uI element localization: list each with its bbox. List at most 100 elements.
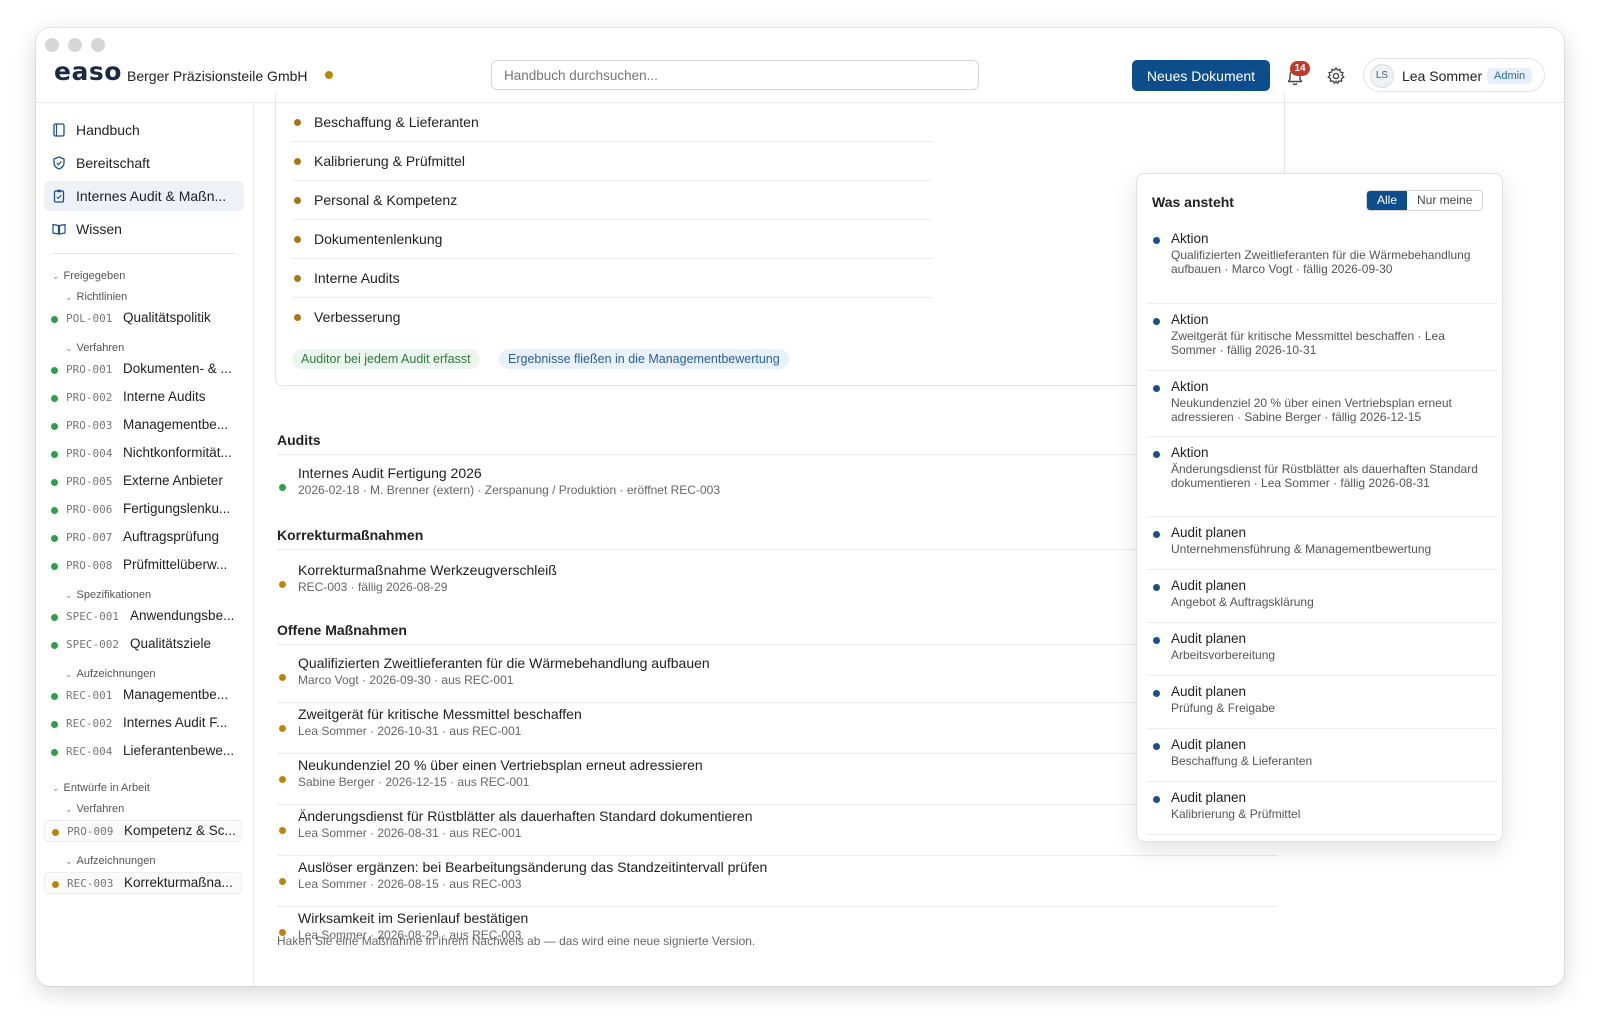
main-content: Beschaffung & Lieferanten Kalibrierung &… [255,93,1564,986]
user-menu[interactable]: LS Lea Sommer Admin [1363,58,1545,92]
group-verfahren[interactable]: ⌄ Verfahren [65,342,124,354]
doc-item-pol-001[interactable]: POL-001 Qualitätspolitik [44,308,242,330]
doc-item-pro-002[interactable]: PRO-002 Interne Audits [44,387,242,409]
entry-meta: Sabine Berger · 2026-12-15 · aus REC-001 [298,775,530,789]
audit-entry[interactable]: Internes Audit Fertigung 2026 2026-02-18… [277,462,1277,513]
footnote-hint: Haken Sie eine Maßnahme in ihrem Nachwei… [277,934,756,948]
book-icon [53,123,65,137]
dropdown-item[interactable]: Audit planen Angebot & Auftragsklärung [1147,570,1497,623]
doc-item-pro-009[interactable]: PRO-009 Kompetenz & Sc... [44,820,242,842]
item-title: Audit planen [1171,578,1247,593]
doc-code: PRO-003 [66,419,113,432]
nav-item-bereitschaft[interactable]: Bereitschaft [44,148,244,178]
group-aufzeichnungen[interactable]: ⌄ Aufzeichnungen [65,668,155,680]
chevron-down-icon: ⌄ [65,590,73,600]
filter-mine-button[interactable]: Nur meine [1407,191,1482,210]
app-logo[interactable]: easo [54,57,122,86]
open-action-entry[interactable]: Qualifizierten Zweitlieferanten für die … [277,652,1277,703]
status-dot [1153,237,1160,244]
dropdown-item[interactable]: Audit planen Prüfung & Freigabe [1147,676,1497,729]
company-status-dot [325,71,333,79]
doc-item-pro-003[interactable]: PRO-003 Managementbe... [44,415,242,437]
group-entwuerfe[interactable]: ⌄ Entwürfe in Arbeit [52,782,150,794]
nav-label: Internes Audit & Maßn... [76,188,227,204]
open-action-entry[interactable]: Auslöser ergänzen: bei Bearbeitungsänder… [277,856,1277,907]
topic-item[interactable]: Beschaffung & Lieferanten [292,103,932,142]
doc-item-pro-004[interactable]: PRO-004 Nichtkonformität... [44,443,242,465]
app-header: easo Berger Präzisionsteile GmbH Neues D… [36,28,1564,103]
company-name: Berger Präzisionsteile GmbH [127,68,308,84]
topic-item[interactable]: Verbesserung [292,298,932,337]
status-dot [279,878,286,885]
doc-item-pro-008[interactable]: PRO-008 Prüfmittelüberw... [44,555,242,577]
status-dot [51,642,58,649]
nav-item-internes-audit[interactable]: Internes Audit & Maßn... [44,181,244,211]
doc-item-rec-003[interactable]: REC-003 Korrekturmaßna... [44,872,242,894]
open-action-entry[interactable]: Neukundenziel 20 % über einen Vertriebsp… [277,754,1277,805]
item-description: Änderungsdienst für Rüstblätter als daue… [1171,462,1478,490]
open-action-entry[interactable]: Änderungsdienst für Rüstblätter als daue… [277,805,1277,856]
group-aufzeichnungen-drafts[interactable]: ⌄ Aufzeichnungen [65,855,155,867]
dropdown-item[interactable]: Audit planen Kalibrierung & Prüfmittel [1147,782,1497,835]
dropdown-item[interactable]: Audit planen Unternehmensführung & Manag… [1147,517,1497,570]
doc-item-rec-004[interactable]: REC-004 Lieferantenbewe... [44,741,242,763]
doc-item-spec-002[interactable]: SPEC-002 Qualitätsziele [44,634,242,656]
entry-meta: REC-003 · fällig 2026-08-29 [298,580,448,594]
doc-code: PRO-009 [67,825,114,838]
doc-item-pro-001[interactable]: PRO-001 Dokumenten- & ... [44,359,242,381]
doc-item-pro-007[interactable]: PRO-007 Auftragsprüfung [44,527,242,549]
filter-all-button[interactable]: Alle [1367,191,1408,210]
nav-item-handbuch[interactable]: Handbuch [44,115,244,145]
item-description: Beschaffung & Lieferanten [1171,754,1313,768]
nav-item-wissen[interactable]: Wissen [44,214,244,244]
new-document-button[interactable]: Neues Dokument [1132,60,1270,91]
group-label: Aufzeichnungen [76,668,156,680]
doc-item-rec-001[interactable]: REC-001 Managementbe... [44,685,242,707]
group-richtlinien[interactable]: ⌄ Richtlinien [65,291,127,303]
group-spezifikationen[interactable]: ⌄ Spezifikationen [65,589,151,601]
status-dot [51,507,58,514]
topic-label: Kalibrierung & Prüfmittel [314,153,465,169]
entry-title: Qualifizierten Zweitlieferanten für die … [298,655,710,671]
item-description: Angebot & Auftragsklärung [1171,595,1314,609]
doc-code: REC-003 [67,877,114,890]
topic-dot [294,275,301,282]
doc-title: Qualitätsziele [130,636,212,651]
correction-entry[interactable]: Korrekturmaßnahme Werkzeugverschleiß REC… [277,559,1277,610]
topic-item[interactable]: Interne Audits [292,259,932,298]
doc-item-spec-001[interactable]: SPEC-001 Anwendungsbe... [44,606,242,628]
section-divider [277,549,1277,550]
notification-count-badge: 14 [1290,61,1310,76]
doc-item-rec-002[interactable]: REC-002 Internes Audit F... [44,713,242,735]
status-dot [1153,690,1160,697]
dropdown-item[interactable]: Audit planen Arbeitsvorbereitung [1147,623,1497,676]
search-input[interactable] [491,60,979,90]
doc-item-pro-005[interactable]: PRO-005 Externe Anbieter [44,471,242,493]
doc-code: PRO-002 [66,391,113,404]
dropdown-item[interactable]: Audit planen Beschaffung & Lieferanten [1147,729,1497,782]
topic-dot [294,119,301,126]
status-dot [51,367,58,374]
topic-item[interactable]: Personal & Kompetenz [292,181,932,220]
topic-item[interactable]: Dokumentenlenkung [292,220,932,259]
doc-item-pro-006[interactable]: PRO-006 Fertigungslenku... [44,499,242,521]
status-dot [51,614,58,621]
open-action-entry[interactable]: Wirksamkeit im Serienlauf bestätigen Lea… [277,907,1277,958]
role-badge: Admin [1487,68,1533,84]
item-title: Audit planen [1171,790,1247,805]
group-freigegeben[interactable]: ⌄ Freigegeben [52,270,125,282]
dropdown-item[interactable]: Aktion Zweitgerät für kritische Messmitt… [1147,304,1497,371]
gear-icon[interactable] [1326,66,1346,86]
dropdown-item[interactable]: Aktion Neukundenziel 20 % über einen Ver… [1147,371,1497,437]
item-title: Audit planen [1171,737,1247,752]
doc-code: SPEC-002 [66,638,119,651]
group-verfahren-drafts[interactable]: ⌄ Verfahren [65,803,124,815]
topic-item[interactable]: Kalibrierung & Prüfmittel [292,142,932,181]
status-dot [1153,318,1160,325]
topic-dot [294,197,301,204]
dropdown-item[interactable]: Aktion Qualifizierten Zweitlieferanten f… [1147,223,1497,304]
entry-title: Neukundenziel 20 % über einen Vertriebsp… [298,757,703,773]
dropdown-item[interactable]: Aktion Änderungsdienst für Rüstblätter a… [1147,437,1497,517]
user-name: Lea Sommer [1402,68,1483,84]
open-action-entry[interactable]: Zweitgerät für kritische Messmittel besc… [277,703,1277,754]
